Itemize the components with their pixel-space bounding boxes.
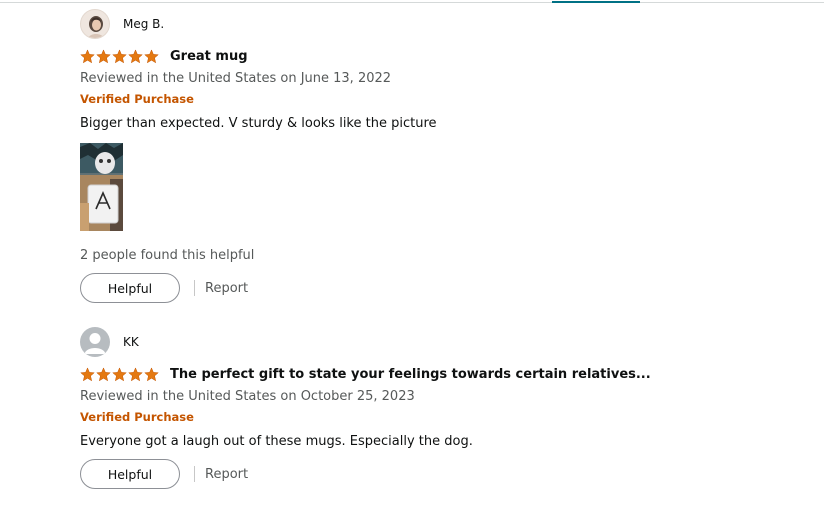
reviewer-name[interactable]: Meg B. [123,17,164,31]
star-icon [96,48,111,63]
verified-purchase-badge[interactable]: Verified Purchase [80,409,800,425]
report-link[interactable]: Report [205,281,248,296]
report-link[interactable]: Report [205,467,248,482]
reviewer-profile[interactable]: KK [80,326,800,358]
star-icon [112,48,127,63]
star-icon [80,366,95,381]
active-tab-indicator [552,1,640,3]
review-card: KK The perfect gift to state your feelin… [80,326,800,489]
review-body: Bigger than expected. V sturdy & looks l… [80,116,437,131]
star-rating[interactable] [80,48,160,64]
star-icon [96,366,111,381]
star-icon [144,366,159,381]
top-divider [0,2,824,3]
review-photo-thumbnail[interactable] [80,143,123,231]
helpful-button[interactable]: Helpful [80,273,180,303]
review-date: Reviewed in the United States on June 13… [80,71,392,86]
helpful-count: 2 people found this helpful [80,248,255,263]
action-divider [194,280,195,296]
star-icon [128,366,143,381]
review-title[interactable]: The perfect gift to state your feelings … [170,367,651,382]
star-icon [128,48,143,63]
reviewer-name[interactable]: KK [123,335,139,349]
star-icon [112,366,127,381]
profile-photo-avatar[interactable] [80,9,110,39]
default-user-icon[interactable] [80,327,110,357]
verified-purchase-badge[interactable]: Verified Purchase [80,91,800,107]
review-card: Meg B. Great mug Reviewed in the United … [80,8,800,303]
review-body: Everyone got a laugh out of these mugs. … [80,434,473,449]
star-rating[interactable] [80,366,160,382]
helpful-button[interactable]: Helpful [80,459,180,489]
review-title[interactable]: Great mug [170,49,248,64]
action-divider [194,466,195,482]
reviewer-profile[interactable]: Meg B. [80,8,800,40]
review-date: Reviewed in the United States on October… [80,389,415,404]
star-icon [80,48,95,63]
star-icon [144,48,159,63]
